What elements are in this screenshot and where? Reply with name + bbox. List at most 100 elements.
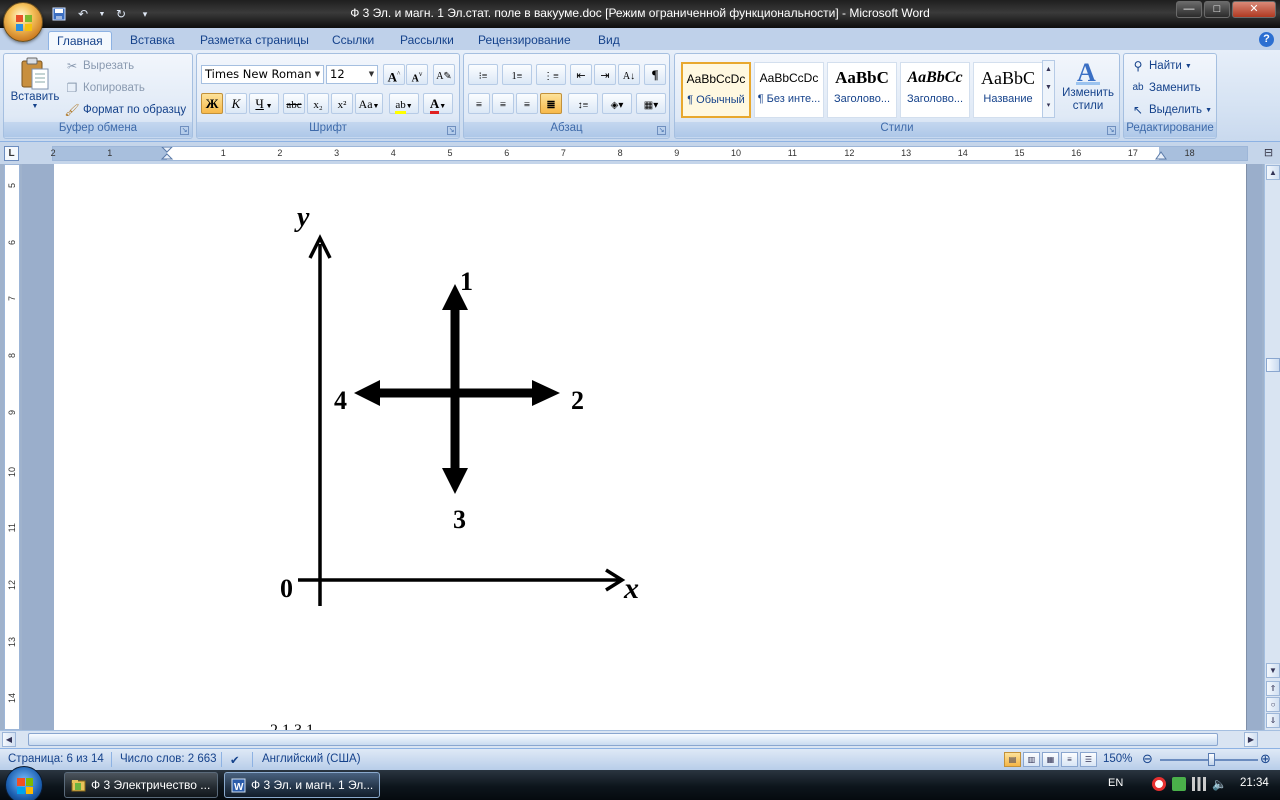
help-icon[interactable]: ? <box>1259 32 1274 47</box>
grow-font-button[interactable]: A^ <box>383 64 405 85</box>
draft-icon[interactable]: ☰ <box>1080 752 1097 767</box>
outline-icon[interactable]: ≡ <box>1061 752 1078 767</box>
browse-object-icon[interactable]: ○ <box>1266 697 1280 712</box>
clock[interactable]: 21:34 <box>1240 777 1269 789</box>
shrink-font-button[interactable]: Av <box>406 64 428 85</box>
tab-references[interactable]: Ссылки <box>324 31 382 50</box>
show-marks-button[interactable]: ¶ <box>644 64 666 85</box>
italic-button[interactable]: К <box>225 93 247 114</box>
page-indicator[interactable]: Страница: 6 из 14 <box>8 753 104 765</box>
tab-review[interactable]: Рецензирование <box>470 31 579 50</box>
shading-button[interactable]: ◈▾ <box>602 93 632 114</box>
scroll-up-icon[interactable]: ▲ <box>1266 165 1280 180</box>
paragraph-launcher-icon[interactable]: ↘ <box>657 126 666 135</box>
numbering-button[interactable]: 1≡ <box>502 64 532 85</box>
highlight-button[interactable]: ab▼ <box>389 93 419 114</box>
clear-formatting-button[interactable]: A✎ <box>433 64 455 85</box>
horizontal-ruler[interactable]: 2 1 1 2 3 4 5 6 7 8 9 10 11 12 13 14 15 16 17 18 <box>51 146 1248 161</box>
decrease-indent-button[interactable]: ⇤ <box>570 64 592 85</box>
align-center-button[interactable]: ≡ <box>492 93 514 114</box>
strikethrough-button[interactable]: abc <box>283 93 305 114</box>
zoom-level[interactable]: 150% <box>1103 753 1132 765</box>
styles-gallery-scroll[interactable]: ▲ ▼ ▾ <box>1042 60 1055 118</box>
style-title[interactable]: AaBbC Название <box>973 62 1043 118</box>
language-indicator[interactable]: Английский (США) <box>262 753 361 765</box>
borders-button[interactable]: ▦▾ <box>636 93 666 114</box>
change-styles-button[interactable]: A Изменить стили <box>1059 57 1117 121</box>
horizontal-scrollbar[interactable]: ◀ ▶ <box>0 730 1280 748</box>
subscript-button[interactable]: x₂ <box>307 93 329 114</box>
styles-launcher-icon[interactable]: ↘ <box>1107 126 1116 135</box>
tab-insert[interactable]: Вставка <box>122 31 183 50</box>
zoom-slider-thumb[interactable] <box>1208 753 1215 766</box>
sort-button[interactable]: A↓ <box>618 64 640 85</box>
scroll-down-icon[interactable]: ▼ <box>1266 663 1280 678</box>
taskbar-item-word[interactable]: W Ф 3 Эл. и магн. 1 Эл... <box>224 772 380 798</box>
find-button[interactable]: ⚲ Найти ▼ <box>1130 57 1192 75</box>
style-no-spacing[interactable]: AaBbCcDc ¶ Без инте... <box>754 62 824 118</box>
scroll-thumb[interactable] <box>1266 358 1280 372</box>
print-layout-icon[interactable]: ▤ <box>1004 752 1021 767</box>
maximize-button[interactable]: □ <box>1204 1 1230 18</box>
format-painter-button[interactable]: 🖌 Формат по образцу <box>64 101 186 119</box>
next-page-icon[interactable]: ⇓ <box>1266 713 1280 728</box>
document-page[interactable]: y x 0 1 2 3 4 2 1 3 1 <box>54 164 1246 730</box>
bold-button[interactable]: Ж <box>201 93 223 114</box>
close-button[interactable]: ✕ <box>1232 1 1276 18</box>
antivirus-icon[interactable] <box>1152 777 1166 791</box>
scroll-right-icon[interactable]: ▶ <box>1244 732 1258 747</box>
chevron-down-icon[interactable]: ▼ <box>312 66 323 83</box>
right-indent-marker-icon[interactable] <box>1154 147 1168 161</box>
tab-home[interactable]: Главная <box>48 31 112 50</box>
align-left-button[interactable]: ≡ <box>468 93 490 114</box>
web-layout-icon[interactable]: ▦ <box>1042 752 1059 767</box>
font-launcher-icon[interactable]: ↘ <box>447 126 456 135</box>
horizontal-scroll-thumb[interactable] <box>28 733 1218 746</box>
minimize-button[interactable]: — <box>1176 1 1202 18</box>
align-right-button[interactable]: ≡ <box>516 93 538 114</box>
zoom-out-icon[interactable]: ⊖ <box>1142 751 1153 767</box>
chevron-down-icon[interactable]: ▼ <box>366 66 377 83</box>
font-name-combo[interactable]: Times New Roman ▼ <box>201 65 324 84</box>
style-heading-1[interactable]: AaBbC Заголово... <box>827 62 897 118</box>
cut-button[interactable]: ✂ Вырезать <box>64 57 134 75</box>
volume-icon[interactable]: 🔈 <box>1212 777 1227 791</box>
font-color-button[interactable]: A▼ <box>423 93 453 114</box>
change-case-button[interactable]: Aa▼ <box>355 93 383 114</box>
increase-indent-button[interactable]: ⇥ <box>594 64 616 85</box>
taskbar-item-explorer[interactable]: Ф 3 Электричество ... <box>64 772 218 798</box>
multilevel-list-button[interactable]: ⋮≡ <box>536 64 566 85</box>
proofing-icon[interactable]: ✔︎ <box>230 753 240 767</box>
superscript-button[interactable]: x² <box>331 93 353 114</box>
scroll-left-icon[interactable]: ◀ <box>2 732 16 747</box>
bullets-button[interactable]: ⁝≡ <box>468 64 498 85</box>
paste-button[interactable]: Вставить ▼ <box>7 57 63 121</box>
line-spacing-button[interactable]: ↕≡ <box>568 93 598 114</box>
tab-selector[interactable]: L <box>4 146 19 161</box>
start-button[interactable] <box>5 766 43 800</box>
word-count[interactable]: Число слов: 2 663 <box>120 753 217 765</box>
language-bar[interactable]: EN <box>1108 777 1123 789</box>
tab-page-layout[interactable]: Разметка страницы <box>192 31 317 50</box>
network-icon[interactable] <box>1192 777 1206 791</box>
view-ruler-icon[interactable]: ⊟ <box>1261 146 1276 161</box>
zoom-in-icon[interactable]: ⊕ <box>1260 751 1271 767</box>
previous-page-icon[interactable]: ⇑ <box>1266 681 1280 696</box>
select-button[interactable]: ↖ Выделить ▼ <box>1130 101 1212 119</box>
copy-button[interactable]: ❐ Копировать <box>64 79 145 97</box>
style-normal[interactable]: AaBbCcDc ¶ Обычный <box>681 62 751 118</box>
vertical-scrollbar[interactable]: ▲ ▼ ⇑ ○ ⇓ <box>1264 164 1280 730</box>
indent-marker-icon[interactable] <box>160 147 174 161</box>
office-button[interactable] <box>3 2 43 42</box>
tab-mailings[interactable]: Рассылки <box>392 31 462 50</box>
tab-view[interactable]: Вид <box>590 31 628 50</box>
style-heading-2[interactable]: AaBbCc Заголово... <box>900 62 970 118</box>
replace-button[interactable]: ab Заменить <box>1130 79 1200 97</box>
clipboard-launcher-icon[interactable]: ↘ <box>180 126 189 135</box>
underline-button[interactable]: Ч ▼ <box>249 93 279 114</box>
justify-button[interactable]: ≣ <box>540 93 562 114</box>
phone-icon[interactable] <box>1172 777 1186 791</box>
font-size-combo[interactable]: 12 ▼ <box>326 65 378 84</box>
full-screen-reading-icon[interactable]: ▥ <box>1023 752 1040 767</box>
vertical-ruler[interactable]: 5 6 7 8 9 10 11 12 13 14 <box>4 164 20 730</box>
